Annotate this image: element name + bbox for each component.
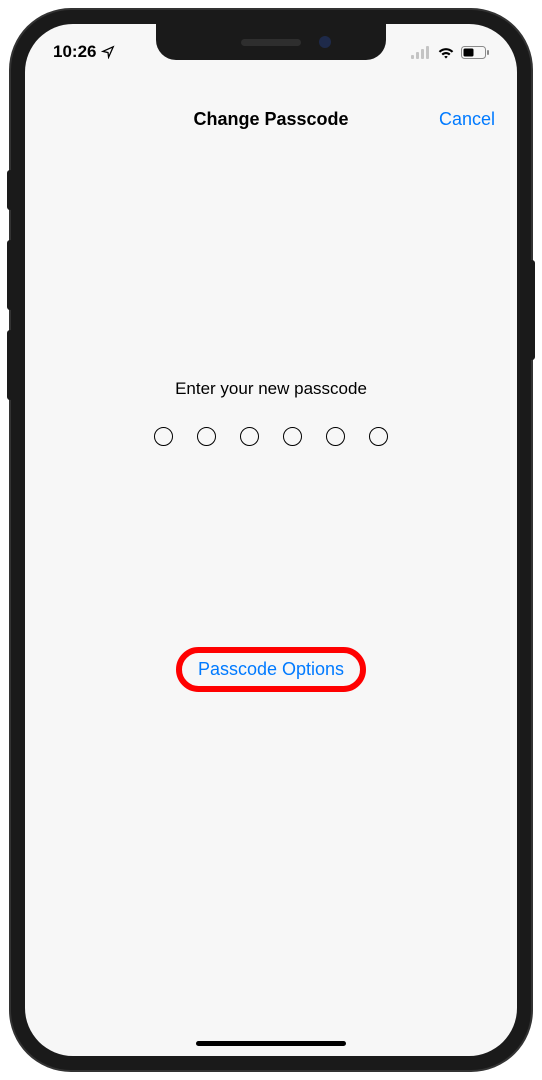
status-right bbox=[411, 40, 489, 59]
status-time: 10:26 bbox=[53, 42, 96, 62]
content-area: Enter your new passcode Passcode Options bbox=[25, 144, 517, 1016]
passcode-options-wrap: Passcode Options bbox=[184, 651, 358, 688]
notch bbox=[156, 24, 386, 60]
phone-screen: 10:26 bbox=[25, 24, 517, 1056]
wifi-icon bbox=[437, 46, 455, 59]
passcode-dot bbox=[326, 427, 345, 446]
volume-up-button bbox=[7, 240, 13, 310]
phone-frame: 10:26 bbox=[11, 10, 531, 1070]
passcode-dot bbox=[154, 427, 173, 446]
front-camera bbox=[319, 36, 331, 48]
passcode-dot bbox=[197, 427, 216, 446]
passcode-dot bbox=[240, 427, 259, 446]
passcode-dot bbox=[283, 427, 302, 446]
nav-bar: Change Passcode Cancel bbox=[25, 94, 517, 144]
battery-icon bbox=[461, 46, 489, 59]
mute-switch bbox=[7, 170, 13, 210]
cellular-signal-icon bbox=[411, 46, 431, 59]
side-button bbox=[529, 260, 535, 360]
passcode-options-button[interactable]: Passcode Options bbox=[184, 651, 358, 688]
location-icon bbox=[101, 45, 115, 59]
speaker-grille bbox=[241, 39, 301, 46]
passcode-dots[interactable] bbox=[154, 427, 388, 446]
home-indicator[interactable] bbox=[196, 1041, 346, 1046]
passcode-dot bbox=[369, 427, 388, 446]
status-left: 10:26 bbox=[53, 36, 115, 62]
cancel-button[interactable]: Cancel bbox=[439, 109, 495, 130]
volume-down-button bbox=[7, 330, 13, 400]
passcode-prompt: Enter your new passcode bbox=[175, 379, 367, 399]
page-title: Change Passcode bbox=[193, 109, 348, 130]
